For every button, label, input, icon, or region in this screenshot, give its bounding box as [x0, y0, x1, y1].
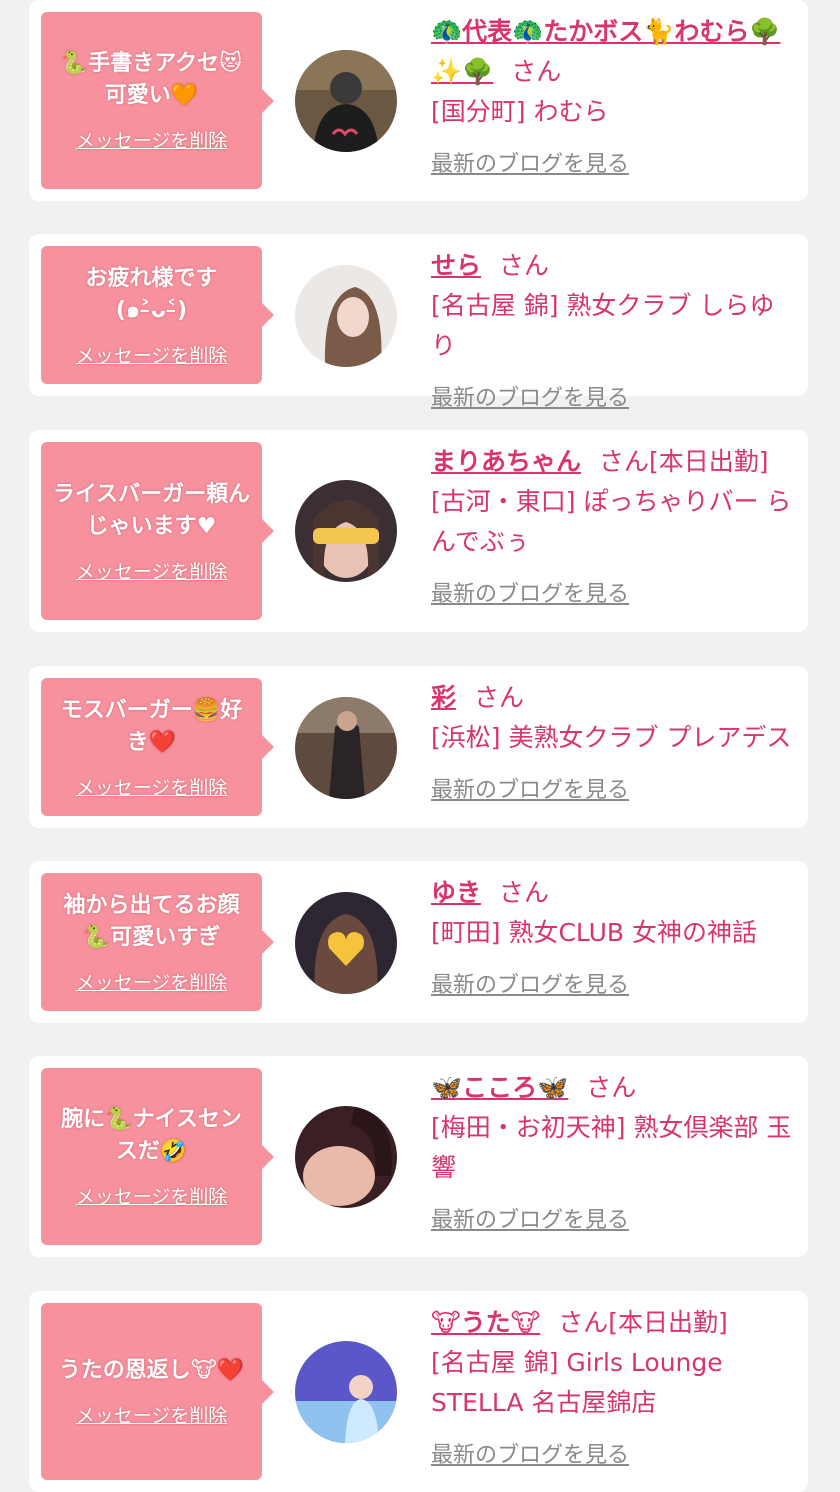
shop-label: [町田] 熟女CLUB 女神の神話 — [431, 918, 757, 947]
message-bubble: 🐍手書きアクセ😻可愛い🧡 メッセージを削除 — [41, 12, 274, 189]
avatar-photo-icon — [295, 1341, 397, 1443]
message-card: うたの恩返し🐮❤️ メッセージを削除 🐮うた🐮 さん[本日出勤] [名古屋 錦] … — [29, 1291, 808, 1492]
shop-label: [名古屋 錦] Girls Lounge STELLA 名古屋錦店 — [431, 1348, 723, 1417]
san-label: さん — [599, 447, 650, 476]
avatar-photo-icon — [295, 892, 397, 994]
avatar[interactable] — [295, 480, 397, 582]
status-suffix: [本日出勤] — [649, 447, 769, 476]
message-bubble: モスバーガー🍔好き❤️ メッセージを削除 — [41, 678, 274, 816]
message-text: 袖から出てるお顔🐍可愛いすぎ — [63, 892, 240, 950]
profile-info: せら さん [名古屋 錦] 熟女クラブ しらゆり 最新のブログを見る — [431, 246, 794, 412]
san-label: さん — [586, 1073, 637, 1102]
profile-name-link[interactable]: 🐮うた🐮 — [431, 1308, 540, 1337]
delete-message-link[interactable]: メッセージを削除 — [76, 126, 228, 153]
latest-blog-link[interactable]: 最新のブログを見る — [431, 380, 629, 412]
delete-message-link[interactable]: メッセージを削除 — [76, 968, 228, 995]
status-suffix: [本日出勤] — [608, 1308, 728, 1337]
latest-blog-link[interactable]: 最新のブログを見る — [431, 576, 629, 608]
shop-label: [梅田・お初天神] 熟女倶楽部 玉響 — [431, 1113, 792, 1182]
profile-info: ゆき さん [町田] 熟女CLUB 女神の神話 最新のブログを見る — [431, 873, 794, 999]
avatar[interactable] — [295, 1341, 397, 1443]
avatar-photo-icon — [295, 1106, 397, 1208]
message-card: 袖から出てるお顔🐍可愛いすぎ メッセージを削除 ゆき さん [町田] 熟女CLUB… — [29, 861, 808, 1023]
message-bubble: お疲れ様です(๑˃̵ᴗ˂̵) メッセージを削除 — [41, 246, 274, 384]
message-card: 腕に🐍ナイスセンスだ🤣 メッセージを削除 🦋こころ🦋 さん [梅田・お初天神] 熟… — [29, 1056, 808, 1257]
latest-blog-link[interactable]: 最新のブログを見る — [431, 772, 629, 804]
message-text: 腕に🐍ナイスセンスだ🤣 — [61, 1107, 242, 1164]
delete-message-link[interactable]: メッセージを削除 — [76, 557, 228, 584]
profile-info: 🦚代表🦚たかボス🐈わむら🌳✨🌳 さん [国分町] わむら 最新のブログを見る — [431, 12, 794, 178]
profile-info: 彩さん [浜松] 美熟女クラブ プレアデス 最新のブログを見る — [431, 678, 794, 804]
profile-info: 🐮うた🐮 さん[本日出勤] [名古屋 錦] Girls Lounge STELLA… — [431, 1303, 794, 1469]
profile-name-link[interactable]: 🦚代表🦚たかボス🐈わむら🌳✨🌳 — [431, 17, 781, 86]
shop-label: [浜松] 美熟女クラブ プレアデス — [431, 723, 792, 752]
shop-label: [国分町] わむら — [431, 97, 609, 126]
san-label: さん — [511, 57, 562, 86]
avatar[interactable] — [295, 697, 397, 799]
message-text: お疲れ様です(๑˃̵ᴗ˂̵) — [85, 265, 218, 323]
san-label: さん — [499, 251, 550, 280]
latest-blog-link[interactable]: 最新のブログを見る — [431, 967, 629, 999]
message-bubble: うたの恩返し🐮❤️ メッセージを削除 — [41, 1303, 274, 1480]
profile-name-link[interactable]: まりあちゃん — [431, 447, 581, 476]
delete-message-link[interactable]: メッセージを削除 — [76, 341, 228, 368]
profile-name-link[interactable]: せら — [431, 251, 481, 280]
san-label: さん — [499, 878, 550, 907]
message-text: 🐍手書きアクセ😻可愛い🧡 — [60, 51, 243, 108]
message-bubble: 袖から出てるお顔🐍可愛いすぎ メッセージを削除 — [41, 873, 274, 1011]
avatar[interactable] — [295, 50, 397, 152]
message-card: モスバーガー🍔好き❤️ メッセージを削除 彩さん [浜松] 美熟女クラブ プレア… — [29, 666, 808, 828]
avatar-photo-icon — [295, 265, 397, 367]
message-card: ライスバーガー頼んじゃいます♥ メッセージを削除 まりあちゃん さん[本日出勤] … — [29, 430, 808, 632]
delete-message-link[interactable]: メッセージを削除 — [76, 773, 228, 800]
message-card: お疲れ様です(๑˃̵ᴗ˂̵) メッセージを削除 せら さん [名古屋 錦] 熟女ク… — [29, 234, 808, 411]
profile-name-link[interactable]: 彩 — [431, 683, 456, 712]
profile-name-link[interactable]: ゆき — [431, 878, 481, 907]
message-card: 🐍手書きアクセ😻可愛い🧡 メッセージを削除 🦚代表🦚たかボス🐈わむら🌳✨🌳 さん … — [29, 0, 808, 201]
avatar-photo-icon — [295, 480, 397, 582]
latest-blog-link[interactable]: 最新のブログを見る — [431, 1437, 629, 1469]
delete-message-link[interactable]: メッセージを削除 — [76, 1182, 228, 1209]
avatar-photo-icon — [295, 697, 397, 799]
avatar[interactable] — [295, 1106, 397, 1208]
message-text: ライスバーガー頼んじゃいます♥ — [52, 481, 251, 539]
latest-blog-link[interactable]: 最新のブログを見る — [431, 146, 629, 178]
san-label: さん — [558, 1308, 609, 1337]
avatar[interactable] — [295, 265, 397, 367]
message-bubble: 腕に🐍ナイスセンスだ🤣 メッセージを削除 — [41, 1068, 274, 1245]
avatar[interactable] — [295, 892, 397, 994]
message-bubble: ライスバーガー頼んじゃいます♥ メッセージを削除 — [41, 442, 274, 620]
avatar-photo-icon — [295, 50, 397, 152]
delete-message-link[interactable]: メッセージを削除 — [76, 1401, 228, 1428]
profile-info: 🦋こころ🦋 さん [梅田・お初天神] 熟女倶楽部 玉響 最新のブログを見る — [431, 1068, 794, 1234]
profile-name-link[interactable]: 🦋こころ🦋 — [431, 1073, 568, 1102]
shop-label: [古河・東口] ぽっちゃりバー らんでぶぅ — [431, 487, 792, 556]
profile-info: まりあちゃん さん[本日出勤] [古河・東口] ぽっちゃりバー らんでぶぅ 最新の… — [431, 442, 794, 608]
san-label: さん — [474, 683, 525, 712]
message-text: モスバーガー🍔好き❤️ — [60, 697, 243, 755]
latest-blog-link[interactable]: 最新のブログを見る — [431, 1202, 629, 1234]
message-text: うたの恩返し🐮❤️ — [58, 1358, 245, 1383]
shop-label: [名古屋 錦] 熟女クラブ しらゆり — [431, 291, 775, 360]
